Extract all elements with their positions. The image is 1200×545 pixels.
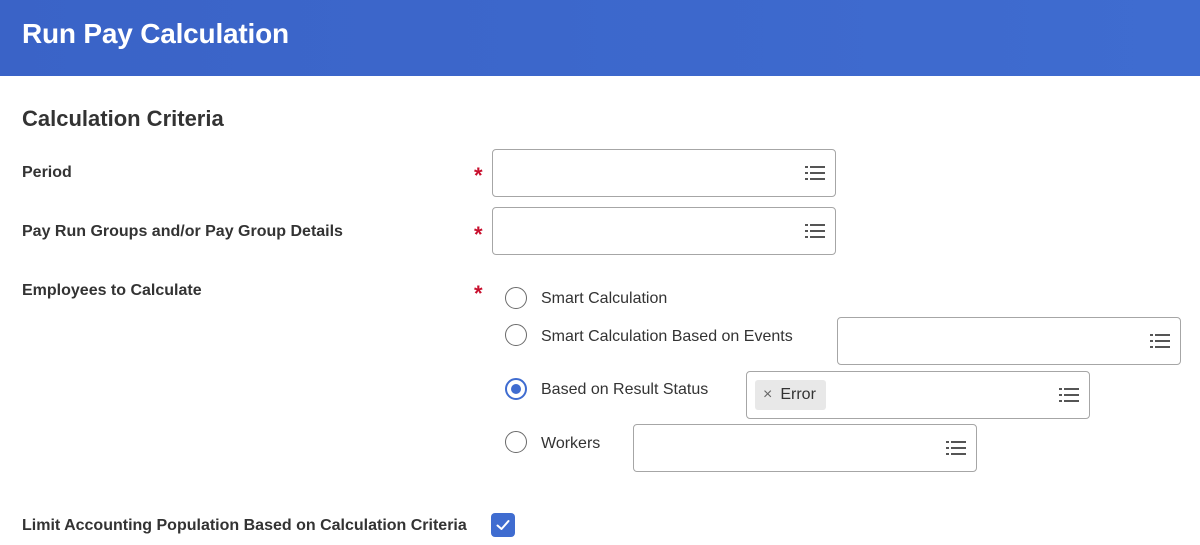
radio-smart-calculation[interactable] xyxy=(505,287,527,309)
pay-run-groups-prompt-input[interactable] xyxy=(492,207,836,255)
checkmark-icon xyxy=(496,520,510,530)
list-icon[interactable] xyxy=(1059,387,1079,403)
radio-label-workers: Workers xyxy=(541,435,601,452)
radio-smart-calculation-events[interactable] xyxy=(505,324,527,346)
radio-based-on-result-status[interactable] xyxy=(505,378,527,400)
radio-label-smart-calculation-events: Smart Calculation Based on Events xyxy=(541,328,793,345)
required-indicator: * xyxy=(474,163,483,188)
required-indicator: * xyxy=(474,281,483,306)
section-title: Calculation Criteria xyxy=(22,106,224,131)
selected-item-pill: × Error xyxy=(755,380,826,410)
selected-item-text: Error xyxy=(780,386,816,403)
period-prompt-input[interactable] xyxy=(492,149,836,197)
workers-prompt-input[interactable] xyxy=(633,424,977,472)
page-title: Run Pay Calculation xyxy=(22,18,289,49)
events-prompt-input[interactable] xyxy=(837,317,1181,365)
required-indicator: * xyxy=(474,222,483,247)
pay-run-groups-label: Pay Run Groups and/or Pay Group Details xyxy=(22,223,343,240)
list-icon[interactable] xyxy=(805,165,825,181)
radio-label-based-on-result-status: Based on Result Status xyxy=(541,381,709,398)
page-header: Run Pay Calculation xyxy=(0,0,1200,76)
close-icon[interactable]: × xyxy=(763,387,772,403)
radio-label-smart-calculation: Smart Calculation xyxy=(541,290,668,307)
limit-accounting-checkbox[interactable] xyxy=(491,513,515,537)
limit-accounting-label: Limit Accounting Population Based on Cal… xyxy=(22,517,467,534)
radio-workers[interactable] xyxy=(505,431,527,453)
list-icon[interactable] xyxy=(946,440,966,456)
result-status-prompt-input[interactable]: × Error xyxy=(746,371,1090,419)
list-icon[interactable] xyxy=(805,223,825,239)
employees-to-calculate-label: Employees to Calculate xyxy=(22,282,202,299)
period-label: Period xyxy=(22,164,72,181)
list-icon[interactable] xyxy=(1150,333,1170,349)
